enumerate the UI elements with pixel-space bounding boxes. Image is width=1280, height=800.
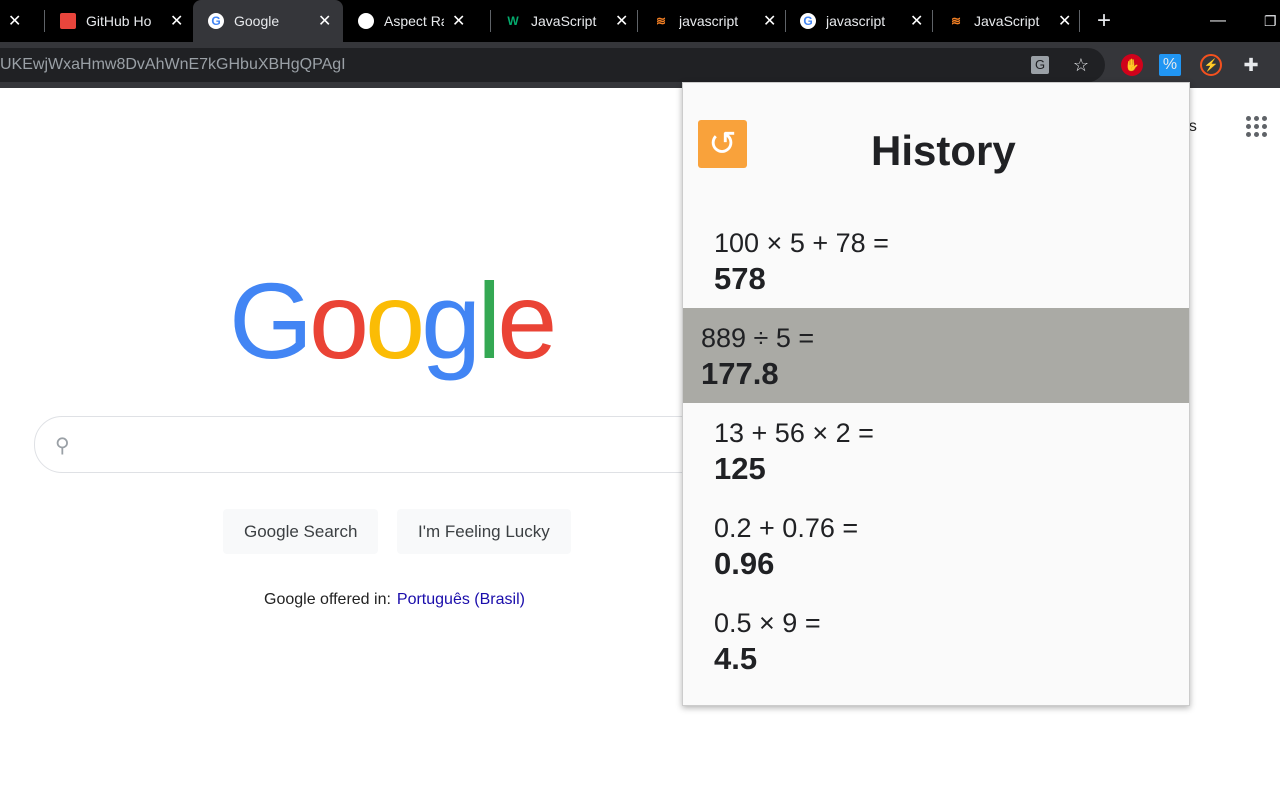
close-tab-icon[interactable]: ✕ bbox=[170, 11, 183, 31]
language-link[interactable]: Português (Brasil) bbox=[397, 591, 525, 608]
expression: 0.5 × 9 = bbox=[714, 608, 821, 638]
tab-stackoverflow-1[interactable]: ≋ javascript ✕ bbox=[653, 0, 776, 42]
w3schools-icon: W bbox=[507, 14, 519, 28]
history-icon: ↺ bbox=[698, 120, 747, 168]
close-tab-icon[interactable]: ✕ bbox=[910, 11, 923, 31]
divider bbox=[44, 10, 45, 32]
tab-google[interactable]: G Google ✕ bbox=[193, 0, 343, 42]
history-item[interactable]: 13 + 56 × 2 = 125 bbox=[683, 403, 1189, 498]
tab-label: JavaScript bbox=[974, 13, 1040, 29]
tab-label: javascript bbox=[679, 13, 739, 29]
tab-label: javascript bbox=[826, 13, 886, 29]
divider bbox=[490, 10, 491, 32]
expression: 13 + 56 × 2 = bbox=[714, 418, 874, 448]
tab-google-2[interactable]: Gjavascript ✕ bbox=[800, 0, 923, 42]
tab-aspect[interactable]: Aspect Ra ✕ bbox=[358, 0, 465, 42]
history-popup: ↺ History 100 × 5 + 78 = 578 889 ÷ 5 = 177… bbox=[682, 82, 1190, 706]
language-offer: Google offered in: Português (Brasil) bbox=[264, 591, 525, 609]
lightning-extension-icon[interactable]: ⚡ bbox=[1200, 54, 1222, 76]
close-tab-icon[interactable]: ✕ bbox=[318, 11, 331, 31]
expression: 0.2 + 0.76 = bbox=[714, 513, 859, 543]
result: 177.8 bbox=[701, 356, 779, 391]
expression: 100 × 5 + 78 = bbox=[714, 228, 889, 258]
tab-label: Google bbox=[234, 13, 280, 29]
google-icon: G bbox=[208, 13, 224, 29]
popup-title: History bbox=[871, 127, 1016, 174]
result: 0.96 bbox=[714, 546, 775, 581]
divider bbox=[785, 10, 786, 32]
result: 578 bbox=[714, 261, 766, 296]
stackoverflow-icon: ≋ bbox=[950, 14, 962, 28]
offered-label: Google offered in: bbox=[264, 591, 391, 608]
minimize-button[interactable]: — bbox=[1210, 0, 1226, 42]
tab-label: JavaScript bbox=[531, 13, 597, 29]
stackoverflow-icon: ≋ bbox=[655, 14, 667, 28]
tab-bar: ✕ GitHub Ho ✕ G Google ✕ Aspect Ra ✕ W JavaSc… bbox=[0, 0, 1280, 42]
divider bbox=[932, 10, 933, 32]
google-icon: G bbox=[800, 13, 816, 29]
search-input[interactable]: ⚲ bbox=[34, 416, 734, 473]
bookmark-star-icon[interactable]: ☆ bbox=[1070, 54, 1092, 76]
close-tab-icon[interactable]: ✕ bbox=[615, 11, 628, 31]
divider bbox=[1079, 10, 1080, 32]
globe-icon bbox=[358, 13, 374, 29]
tab-label: Aspect Ra bbox=[384, 13, 444, 29]
divider bbox=[637, 10, 638, 32]
history-item[interactable]: 100 × 5 + 78 = 578 bbox=[683, 213, 1189, 308]
result: 125 bbox=[714, 451, 766, 486]
history-item-selected[interactable]: 889 ÷ 5 = 177.8 bbox=[683, 308, 1189, 403]
expression: 889 ÷ 5 = bbox=[701, 323, 815, 353]
new-tab-button[interactable]: + bbox=[1097, 0, 1111, 42]
apps-grid-icon[interactable] bbox=[1246, 116, 1268, 138]
close-tab-icon[interactable]: ✕ bbox=[452, 11, 465, 31]
google-search-button[interactable]: Google Search bbox=[223, 509, 379, 554]
tab-github[interactable]: GitHub Ho ✕ bbox=[60, 0, 183, 42]
feeling-lucky-button[interactable]: I'm Feeling Lucky bbox=[397, 509, 571, 554]
translate-icon[interactable]: G bbox=[1031, 56, 1049, 74]
history-item[interactable]: 0.5 × 9 = 4.5 bbox=[683, 593, 1189, 688]
tab-label: GitHub Ho bbox=[86, 13, 152, 29]
restore-button[interactable]: ❐ bbox=[1264, 0, 1277, 42]
tab-w3schools[interactable]: W JavaScript ✕ bbox=[505, 0, 628, 42]
search-icon: ⚲ bbox=[55, 435, 70, 457]
calculator-extension-icon[interactable]: % bbox=[1159, 54, 1181, 76]
close-tab-icon[interactable]: ✕ bbox=[1058, 11, 1071, 31]
close-tab-icon[interactable]: ✕ bbox=[8, 11, 21, 31]
tab-partial[interactable]: ✕ bbox=[0, 0, 21, 42]
adblock-icon[interactable]: ✋ bbox=[1121, 54, 1143, 76]
tab-stackoverflow-2[interactable]: ≋ JavaScript ✕ bbox=[948, 0, 1071, 42]
close-tab-icon[interactable]: ✕ bbox=[763, 11, 776, 31]
result: 4.5 bbox=[714, 641, 758, 676]
address-bar[interactable]: UKEwjWxaHmw8DvAhWnE7kGHbuXBHgQPAgI bbox=[0, 48, 1105, 82]
chrome-web-store-icon bbox=[60, 13, 76, 29]
google-logo: Google bbox=[229, 260, 557, 381]
extensions-puzzle-icon[interactable]: ✚ bbox=[1240, 54, 1262, 76]
history-item[interactable]: 0.2 + 0.76 = 0.96 bbox=[683, 498, 1189, 593]
